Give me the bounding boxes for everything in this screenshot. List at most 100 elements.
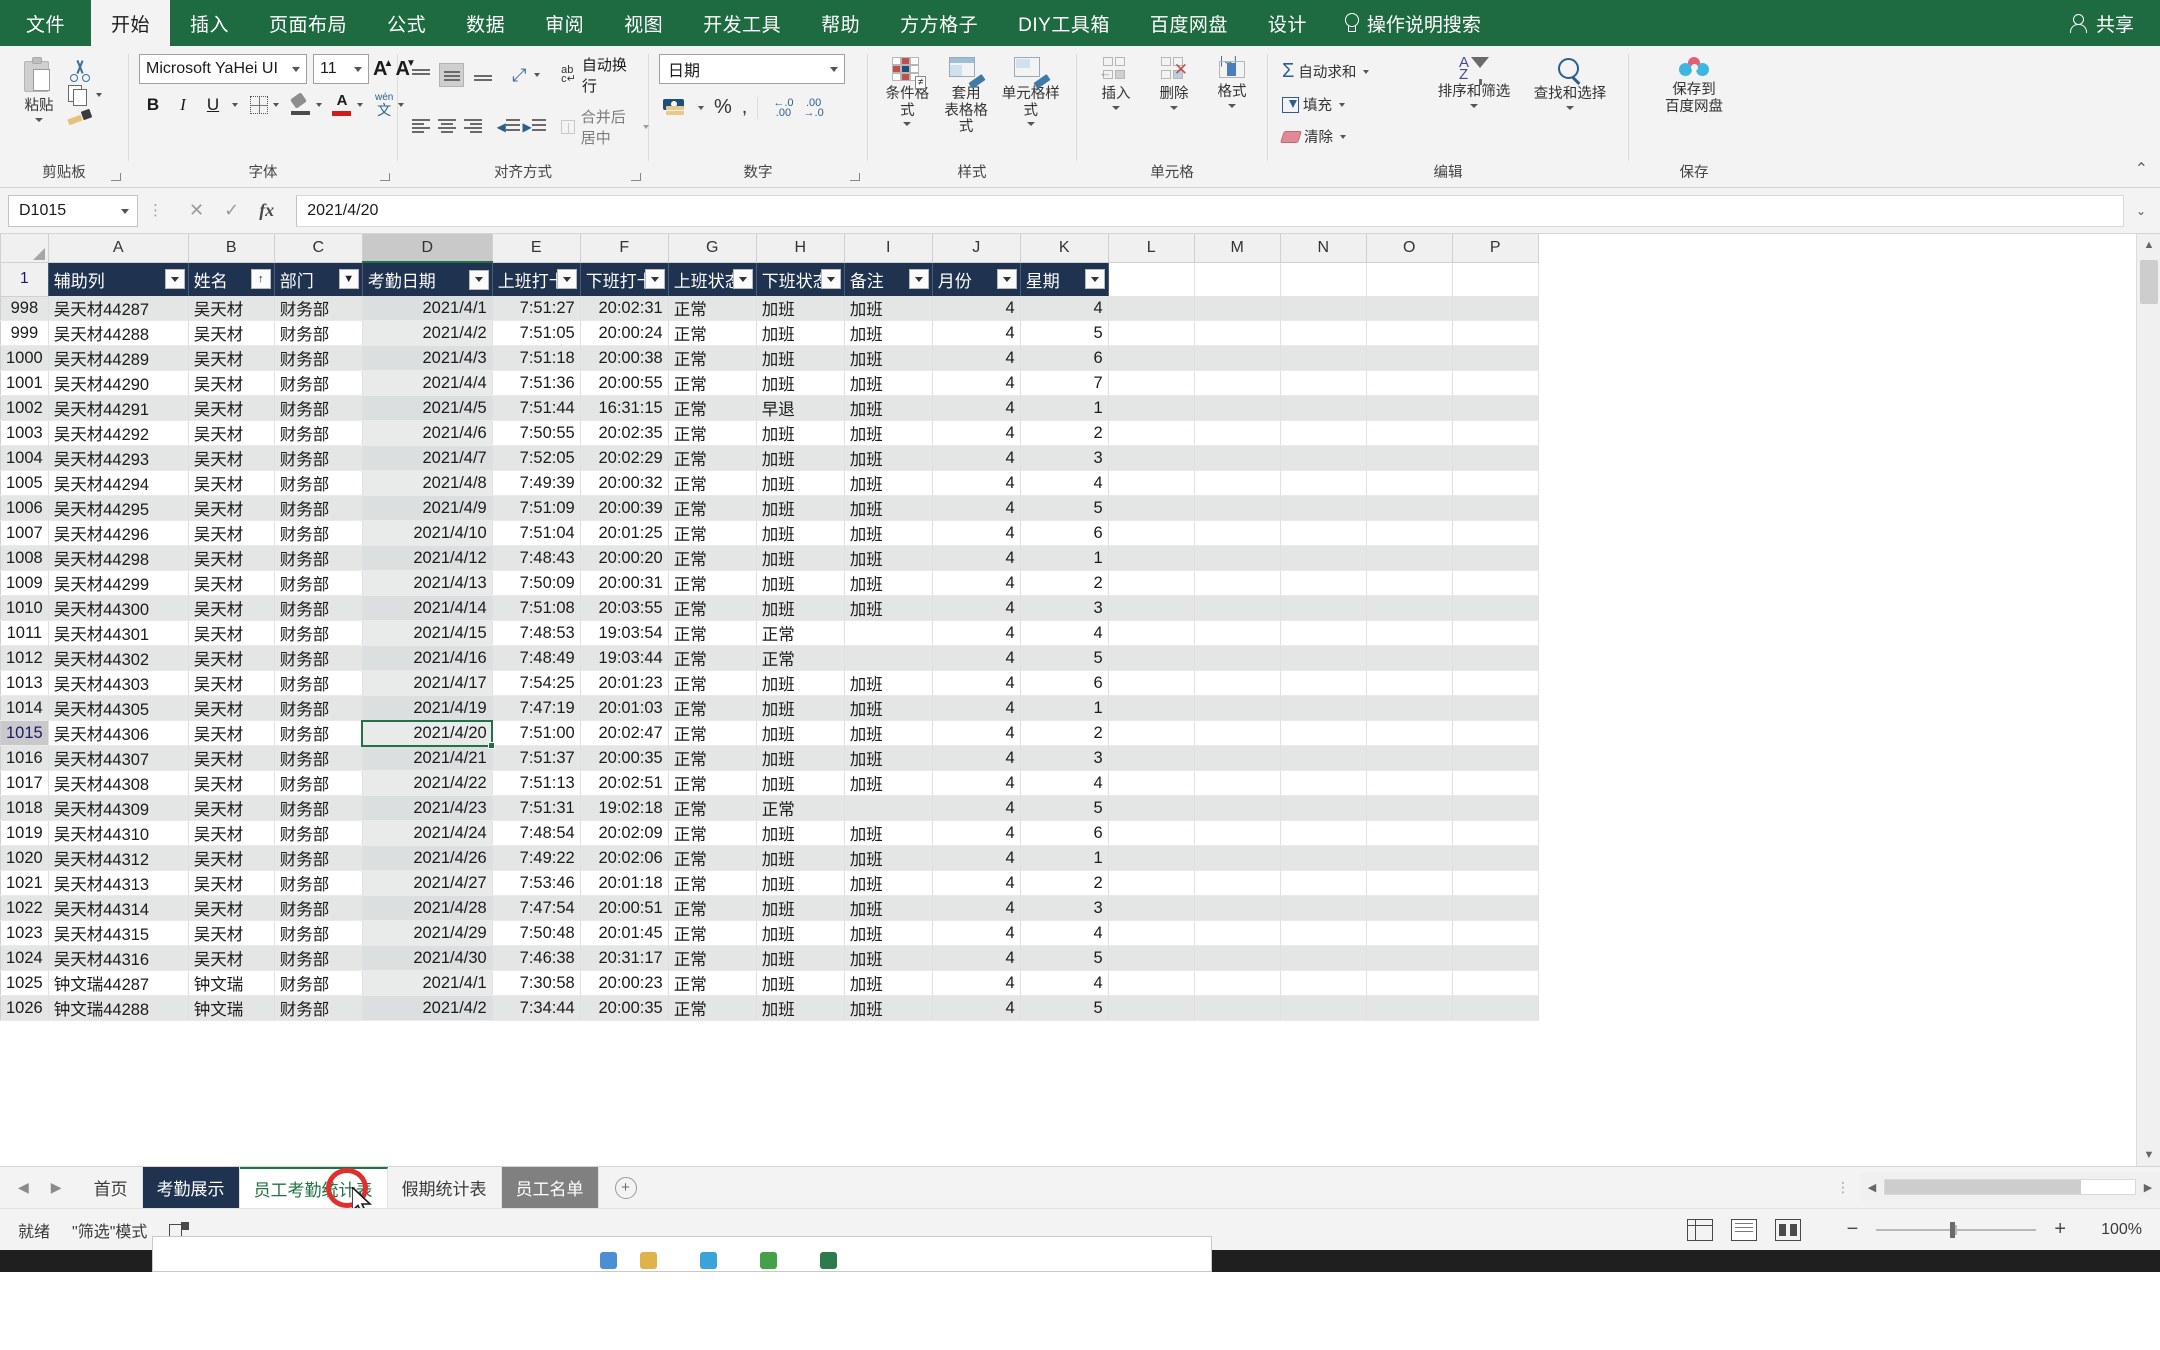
- empty-cell[interactable]: [1108, 370, 1195, 396]
- table-cell[interactable]: 20:02:35: [580, 420, 669, 446]
- empty-cell[interactable]: [1280, 470, 1367, 496]
- increase-decimal-icon[interactable]: ←.0.00: [773, 97, 793, 118]
- sort-filter-button[interactable]: AZ 排序和筛选: [1426, 54, 1522, 111]
- table-cell[interactable]: 加班: [844, 995, 933, 1021]
- italic-button[interactable]: I: [169, 92, 197, 118]
- table-cell[interactable]: 4: [932, 595, 1021, 621]
- table-cell[interactable]: 4: [932, 495, 1021, 521]
- table-cell[interactable]: 7:30:58: [492, 970, 581, 996]
- empty-cell[interactable]: [1194, 720, 1281, 746]
- empty-cell[interactable]: [1366, 995, 1453, 1021]
- table-cell[interactable]: 4: [1020, 620, 1109, 646]
- table-cell[interactable]: 正常: [668, 770, 757, 796]
- table-cell[interactable]: 吴天材44287: [48, 296, 189, 321]
- table-cell[interactable]: 吴天材44302: [48, 645, 189, 671]
- empty-cell[interactable]: [1452, 970, 1539, 996]
- empty-cell[interactable]: [1452, 820, 1539, 846]
- table-cell[interactable]: 加班: [756, 470, 845, 496]
- filter-dropdown-d[interactable]: [468, 269, 489, 290]
- empty-cell[interactable]: [1280, 695, 1367, 721]
- table-cell[interactable]: 正常: [668, 395, 757, 421]
- ribbon-tab-home[interactable]: 开始: [91, 0, 171, 46]
- table-cell[interactable]: 加班: [844, 445, 933, 471]
- table-cell[interactable]: 4: [932, 520, 1021, 546]
- table-cell[interactable]: 4: [932, 945, 1021, 971]
- copy-icon[interactable]: [68, 85, 88, 106]
- taskbar-icon-4[interactable]: [760, 1252, 777, 1269]
- filter-dropdown-f[interactable]: [644, 269, 665, 290]
- table-cell[interactable]: 加班: [844, 845, 933, 871]
- table-cell[interactable]: 加班: [844, 470, 933, 496]
- table-cell[interactable]: 2021/4/2: [362, 995, 493, 1021]
- table-cell[interactable]: 16:31:15: [580, 395, 669, 421]
- table-cell[interactable]: 7:48:54: [492, 820, 581, 846]
- table-cell[interactable]: 财务部: [274, 720, 363, 746]
- empty-cell[interactable]: [1280, 870, 1367, 896]
- empty-cell[interactable]: [1194, 345, 1281, 371]
- table-cell[interactable]: 加班: [756, 345, 845, 371]
- align-top-button[interactable]: [408, 63, 433, 87]
- table-cell[interactable]: 20:01:23: [580, 670, 669, 696]
- column-header-e[interactable]: E: [491, 234, 581, 263]
- empty-cell[interactable]: [1366, 870, 1453, 896]
- table-cell[interactable]: 吴天材44290: [48, 370, 189, 396]
- table-cell[interactable]: 吴天材: [188, 745, 275, 771]
- table-cell[interactable]: 钟文瑞44287: [48, 970, 189, 996]
- column-header-b[interactable]: B: [187, 234, 275, 263]
- empty-cell[interactable]: [1108, 520, 1195, 546]
- empty-cell[interactable]: [1280, 262, 1367, 296]
- table-header-cell[interactable]: 下班打卡: [580, 262, 669, 296]
- empty-cell[interactable]: [1280, 570, 1367, 596]
- table-cell[interactable]: 5: [1020, 995, 1109, 1021]
- table-cell[interactable]: 吴天材44288: [48, 320, 189, 346]
- clear-button[interactable]: 清除: [1278, 124, 1426, 149]
- empty-cell[interactable]: [1280, 296, 1367, 321]
- empty-cell[interactable]: [1194, 296, 1281, 321]
- table-cell[interactable]: 加班: [756, 820, 845, 846]
- table-cell[interactable]: 加班: [756, 545, 845, 571]
- empty-cell[interactable]: [1280, 520, 1367, 546]
- empty-cell[interactable]: [1366, 970, 1453, 996]
- chevron-down-icon[interactable]: [96, 93, 102, 97]
- wrap-text-button[interactable]: ab c↵ 自动换行: [561, 54, 638, 96]
- taskbar-icon-3[interactable]: [700, 1252, 717, 1269]
- table-cell[interactable]: 1: [1020, 695, 1109, 721]
- table-cell[interactable]: 19:03:44: [580, 645, 669, 671]
- row-header[interactable]: 1002: [0, 395, 49, 421]
- scroll-left-button[interactable]: ◀: [1860, 1181, 1884, 1194]
- table-cell[interactable]: 5: [1020, 320, 1109, 346]
- row-header[interactable]: 1020: [0, 845, 49, 871]
- find-select-button[interactable]: 查找和选择: [1522, 54, 1618, 113]
- empty-cell[interactable]: [1194, 970, 1281, 996]
- table-cell[interactable]: 加班: [844, 670, 933, 696]
- table-cell[interactable]: 吴天材44293: [48, 445, 189, 471]
- table-cell[interactable]: 加班: [756, 570, 845, 596]
- empty-cell[interactable]: [1108, 320, 1195, 346]
- table-cell[interactable]: 吴天材: [188, 720, 275, 746]
- insert-cells-button[interactable]: ← 插入: [1087, 54, 1145, 113]
- table-cell[interactable]: 4: [1020, 470, 1109, 496]
- table-cell[interactable]: 7:51:27: [492, 296, 581, 321]
- row-header[interactable]: 1015: [0, 720, 49, 746]
- table-cell[interactable]: 2021/4/10: [362, 520, 493, 546]
- table-cell[interactable]: 加班: [756, 320, 845, 346]
- zoom-out-button[interactable]: −: [1847, 1218, 1859, 1241]
- table-cell[interactable]: 吴天材44303: [48, 670, 189, 696]
- table-cell[interactable]: [844, 795, 933, 821]
- empty-cell[interactable]: [1366, 920, 1453, 946]
- ribbon-tab-diy-toolbox[interactable]: DIY工具箱: [998, 0, 1130, 46]
- table-cell[interactable]: 2021/4/23: [362, 795, 493, 821]
- table-cell[interactable]: 7:53:46: [492, 870, 581, 896]
- row-header[interactable]: 1021: [0, 870, 49, 896]
- number-format-combo[interactable]: 日期: [659, 54, 845, 84]
- row-header[interactable]: 1006: [0, 495, 49, 521]
- table-cell[interactable]: 1: [1020, 545, 1109, 571]
- table-cell[interactable]: 加班: [756, 595, 845, 621]
- format-as-table-button[interactable]: 套用 表格格式: [937, 54, 996, 139]
- paste-button[interactable]: 粘贴: [10, 54, 68, 125]
- table-cell[interactable]: 加班: [756, 895, 845, 921]
- empty-cell[interactable]: [1194, 820, 1281, 846]
- row-header[interactable]: 1022: [0, 895, 49, 921]
- empty-cell[interactable]: [1108, 296, 1195, 321]
- empty-cell[interactable]: [1194, 320, 1281, 346]
